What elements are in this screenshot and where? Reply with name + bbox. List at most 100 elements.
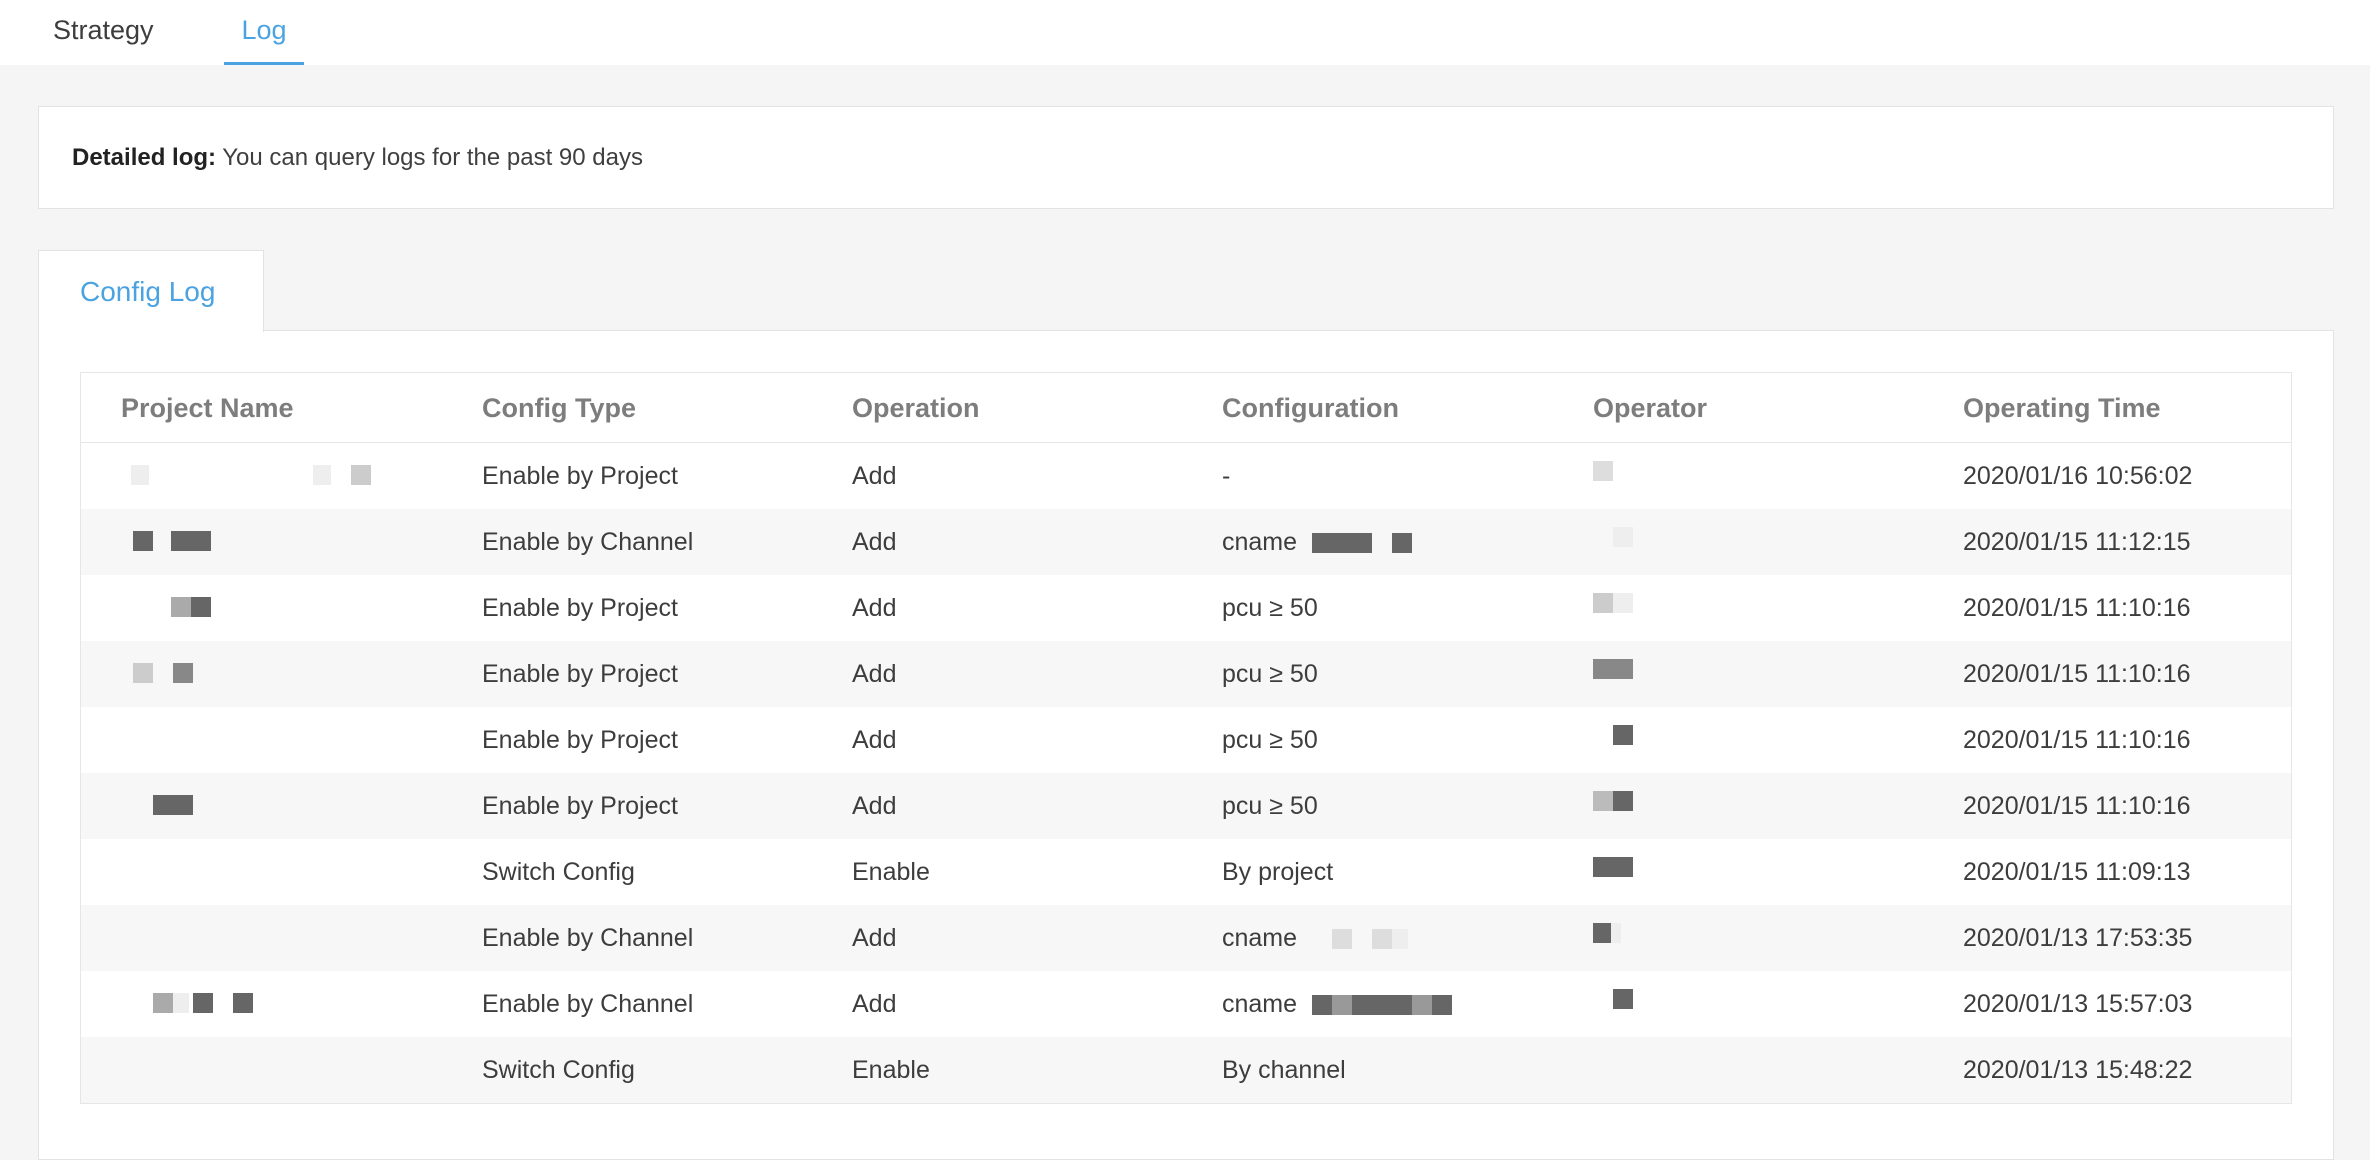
configuration-cell: cname: [1222, 924, 1298, 952]
top-tab-bar: Strategy Log: [0, 0, 2370, 65]
redacted-block: [233, 993, 253, 1013]
header-project-name: Project Name: [121, 393, 294, 423]
operation-cell: Add: [852, 924, 897, 952]
table-row: Enable by Channel Add cname 2020/01/13 15:5…: [81, 971, 2291, 1037]
operation-cell: Add: [852, 726, 897, 754]
redacted-block: [1593, 659, 1633, 679]
configuration-cell: pcu ≥ 50: [1222, 660, 1318, 688]
table-body: Enable by Project Add - 2020/01/16 10:56:02…: [81, 443, 2291, 1103]
redacted-block: [1613, 527, 1633, 547]
operation-cell: Add: [852, 528, 897, 556]
configuration-cell: pcu ≥ 50: [1222, 726, 1318, 754]
operation-cell: Add: [852, 660, 897, 688]
redacted-block: [1412, 995, 1432, 1015]
redacted-block: [1312, 533, 1372, 553]
table-row: Switch Config Enable By project 2020/01/15 …: [81, 839, 2291, 905]
configuration-cell: pcu ≥ 50: [1222, 594, 1318, 622]
operating-time-cell: 2020/01/16 10:56:02: [1963, 462, 2193, 490]
notice-title: Detailed log:: [72, 144, 217, 171]
redacted-block: [351, 465, 371, 485]
config-type-cell: Switch Config: [482, 1056, 635, 1084]
redacted-block: [1372, 929, 1392, 949]
redacted-block: [173, 663, 193, 683]
header-operating-time: Operating Time: [1963, 393, 2161, 423]
redacted-block: [1611, 923, 1621, 943]
config-type-cell: Enable by Project: [482, 792, 678, 820]
redacted-block: [173, 993, 189, 1013]
operating-time-cell: 2020/01/15 11:12:15: [1963, 528, 2191, 556]
config-log-table: Project Name Config Type Operation Confi…: [80, 372, 2292, 1104]
header-configuration: Configuration: [1222, 393, 1399, 423]
operation-cell: Add: [852, 594, 897, 622]
operating-time-cell: 2020/01/13 17:53:35: [1963, 924, 2193, 952]
redacted-block: [1613, 791, 1633, 811]
redacted-block: [1613, 593, 1633, 613]
header-operation: Operation: [852, 393, 980, 423]
redacted-block: [1593, 593, 1613, 613]
operation-cell: Add: [852, 990, 897, 1018]
operating-time-cell: 2020/01/15 11:10:16: [1963, 660, 2191, 688]
operating-time-cell: 2020/01/13 15:48:22: [1963, 1056, 2193, 1084]
redacted-block: [1613, 989, 1633, 1009]
redacted-block: [1312, 995, 1332, 1015]
operating-time-cell: 2020/01/15 11:09:13: [1963, 858, 2191, 886]
redacted-block: [1593, 857, 1633, 877]
redacted-block: [133, 663, 153, 683]
operating-time-cell: 2020/01/15 11:10:16: [1963, 726, 2191, 754]
table-row: Switch Config Enable By channel 2020/01/13 …: [81, 1037, 2291, 1103]
redacted-block: [171, 597, 191, 617]
tab-log[interactable]: Log: [224, 0, 304, 65]
operating-time-cell: 2020/01/15 11:10:16: [1963, 594, 2191, 622]
operation-cell: Add: [852, 792, 897, 820]
configuration-cell: cname: [1222, 528, 1298, 556]
redacted-block: [193, 993, 213, 1013]
redacted-block: [191, 597, 211, 617]
table-header: Project Name Config Type Operation Confi…: [81, 373, 2291, 443]
redacted-block: [1332, 995, 1352, 1015]
operating-time-cell: 2020/01/15 11:10:16: [1963, 792, 2191, 820]
redacted-block: [1372, 995, 1412, 1015]
redacted-block: [171, 531, 211, 551]
config-type-cell: Switch Config: [482, 858, 635, 886]
redacted-block: [1432, 995, 1452, 1015]
config-type-cell: Enable by Channel: [482, 990, 694, 1018]
redacted-block: [153, 993, 173, 1013]
notice-text: You can query logs for the past 90 days: [222, 144, 643, 171]
table-row: Enable by Project Add pcu ≥ 50 2020/01/15 1…: [81, 575, 2291, 641]
operating-time-cell: 2020/01/13 15:57:03: [1963, 990, 2193, 1018]
redacted-block: [1392, 533, 1412, 553]
redacted-block: [1392, 929, 1408, 949]
table-row: Enable by Channel Add cname 2020/01/13 17:5…: [81, 905, 2291, 971]
operation-cell: Add: [852, 462, 897, 490]
config-type-cell: Enable by Project: [482, 660, 678, 688]
redacted-block: [1593, 791, 1613, 811]
redacted-block: [1593, 923, 1611, 943]
redacted-block: [153, 795, 193, 815]
redacted-block: [1593, 461, 1613, 481]
table-row: Enable by Project Add - 2020/01/16 10:56:02: [81, 443, 2291, 509]
tab-config-log[interactable]: Config Log: [38, 250, 264, 332]
redacted-block: [1332, 929, 1352, 949]
table-row: Enable by Project Add pcu ≥ 50 2020/01/15 1…: [81, 773, 2291, 839]
config-type-cell: Enable by Project: [482, 594, 678, 622]
operation-cell: Enable: [852, 858, 930, 886]
config-type-cell: Enable by Project: [482, 462, 678, 490]
redacted-block: [313, 465, 331, 485]
redacted-block: [131, 465, 149, 485]
table-row: Enable by Project Add pcu ≥ 50 2020/01/15 1…: [81, 707, 2291, 773]
configuration-cell: cname: [1222, 990, 1298, 1018]
redacted-block: [1613, 725, 1633, 745]
operation-cell: Enable: [852, 1056, 930, 1084]
table-row: Enable by Project Add pcu ≥ 50 2020/01/15 1…: [81, 641, 2291, 707]
tab-strategy[interactable]: Strategy: [53, 0, 154, 65]
detailed-log-notice: Detailed log: You can query logs for the…: [38, 106, 2334, 209]
configuration-cell: By channel: [1222, 1056, 1346, 1084]
config-type-cell: Enable by Channel: [482, 924, 694, 952]
redacted-block: [133, 531, 153, 551]
table-row: Enable by Channel Add cname 2020/01/15 11:1…: [81, 509, 2291, 575]
configuration-cell: By project: [1222, 858, 1334, 886]
header-config-type: Config Type: [482, 393, 636, 423]
redacted-block: [1352, 995, 1372, 1015]
header-operator: Operator: [1593, 393, 1708, 423]
configuration-cell: -: [1222, 462, 1231, 490]
